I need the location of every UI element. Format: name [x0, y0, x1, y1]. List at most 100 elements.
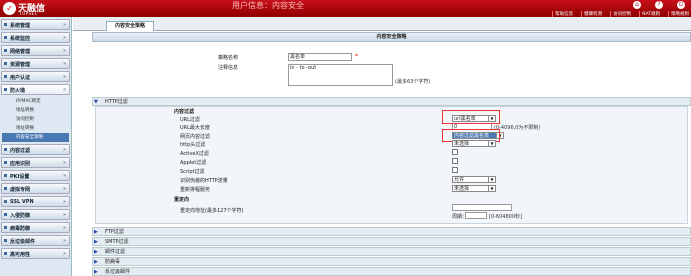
bullet-icon — [4, 36, 7, 39]
tab-content-security[interactable]: 内容安全策略 — [106, 21, 154, 31]
bullet-icon — [4, 62, 7, 65]
sidebar-subitem-nat2[interactable]: 地址转换 — [2, 124, 69, 133]
chevron-down-icon: » — [62, 251, 66, 257]
applet-filter-label: Applet过滤 — [180, 160, 207, 166]
sidebar-subitem-ipmac[interactable]: IP/MAC绑定 — [2, 97, 69, 106]
chevron-down-icon: » — [62, 238, 66, 244]
sidebar-item-firewall[interactable]: 防火墙 « — [1, 84, 70, 95]
chevron-down-icon: ▼ — [488, 177, 495, 182]
sidebar-item-auth[interactable]: 用户认证 » — [1, 71, 70, 82]
bullet-icon — [4, 49, 7, 52]
sidebar-item-pki[interactable]: PKI设置 » — [1, 170, 70, 181]
bullet-icon — [4, 23, 7, 26]
web-content-filter-label: 网页内容过滤 — [180, 134, 211, 140]
sidebar-item-ips[interactable]: 入侵防御 » — [1, 209, 70, 220]
antivirus-label: 防病毒 — [105, 259, 121, 265]
sidebar-subitem-content-security[interactable]: 内容安全策略 — [2, 133, 69, 142]
home-icon[interactable]: ⌂ — [633, 1, 641, 9]
antivirus-header[interactable]: ▶ 防病毒 — [92, 257, 691, 266]
chevron-down-icon: » — [62, 212, 66, 218]
sidebar-item-label: 病毒防御 — [10, 226, 31, 232]
sidebar-item-ha[interactable]: 高可用性 » — [1, 248, 70, 259]
redirect-url-input[interactable] — [452, 204, 512, 211]
chevron-down-icon: ▼ — [488, 141, 495, 146]
bullet-icon — [4, 88, 7, 91]
disguised-http-select[interactable]: 允许 ▼ — [452, 176, 496, 183]
chevron-down-icon: » — [62, 147, 66, 153]
redirect-url-label: 重定向地址(最多127个字符) — [180, 208, 244, 214]
chevron-down-icon: » — [62, 48, 66, 54]
sidebar-item-label: 防火墙 — [10, 88, 26, 94]
sidebar-item-ssl-vpn[interactable]: SSL VPN » — [1, 196, 70, 207]
sidebar-item-label: 反垃圾邮件 — [10, 239, 36, 245]
sidebar-item-label: 用户认证 — [10, 75, 31, 81]
cycle-note: [0-604800秒] — [489, 214, 522, 220]
bullet-icon — [4, 252, 7, 255]
script-filter-checkbox[interactable] — [452, 167, 458, 173]
sidebar-item-label: SSL VPN — [10, 199, 34, 205]
mail-filter-header[interactable]: ▶ 邮件过滤 — [92, 247, 691, 256]
sidebar-item-label: 系统管理 — [10, 23, 31, 29]
triangle-down-icon: ▼ — [94, 99, 98, 105]
applet-filter-checkbox[interactable] — [452, 158, 458, 164]
sidebar-item-label: PKI设置 — [10, 174, 30, 180]
http-filter-header[interactable]: ▼ HTTP过滤 — [92, 97, 691, 106]
sidebar-item-label: 系统监控 — [10, 36, 31, 42]
chevron-down-icon: » — [62, 74, 66, 80]
sidebar-item-label: 资源管理 — [10, 62, 31, 68]
sidebar-item-label: 内容过滤 — [10, 148, 31, 154]
http-header-filter-select[interactable]: 未选择 ▼ — [452, 140, 496, 147]
top-bar: ✓ 天融信 TOPSEC 用户信息：内容安全 ⌂? ⏻ 帮助信息 健康检测 访问控制 N… — [0, 0, 691, 17]
chevron-up-icon: « — [62, 87, 66, 93]
bullet-icon — [4, 200, 7, 203]
chevron-down-icon: » — [62, 22, 66, 28]
sidebar-item-vpn[interactable]: 虚拟专网 » — [1, 183, 70, 194]
disguised-http-label: 识别伪装的HTTP流量 — [180, 178, 228, 184]
reschedule-service-select[interactable]: 未选择 ▼ — [452, 185, 496, 192]
sidebar-item-content-filter[interactable]: 内容过滤 » — [1, 144, 70, 155]
logout-icon[interactable]: ⏻ — [677, 1, 685, 9]
bullet-icon — [4, 213, 7, 216]
antispam-label: 反垃圾邮件 — [105, 269, 131, 275]
policy-name-input[interactable]: 黑名单 — [288, 53, 352, 61]
http-header-filter-value: 未选择 — [454, 141, 470, 147]
triangle-right-icon: ▶ — [94, 269, 98, 275]
top-icons: ⌂? ⏻ — [619, 1, 685, 9]
help-icon[interactable]: ? — [655, 1, 663, 9]
sidebar-item-monitor[interactable]: 系统监控 » — [1, 32, 70, 43]
sidebar-subitem-access[interactable]: 访问控制 — [2, 115, 69, 124]
sidebar-item-network[interactable]: 网络管理 » — [1, 45, 70, 56]
chevron-down-icon: » — [62, 61, 66, 67]
smtp-filter-header[interactable]: ▶ SMTP过滤 — [92, 237, 691, 246]
cycle-input[interactable] — [465, 212, 487, 219]
sidebar-subitem-nat[interactable]: 地址转换 — [2, 106, 69, 115]
url-filter-label: URL过滤 — [180, 117, 200, 123]
bullet-icon — [4, 187, 7, 190]
brand-logo: ✓ 天融信 TOPSEC — [3, 1, 63, 16]
sidebar-item-system[interactable]: 系统管理 » — [1, 19, 70, 30]
disguised-http-value: 允许 — [454, 177, 465, 183]
chevron-down-icon: » — [62, 186, 66, 192]
sidebar-item-antivirus[interactable]: 病毒防御 » — [1, 222, 70, 233]
ftp-filter-header[interactable]: ▶ FTP过滤 — [92, 227, 691, 236]
sidebar-item-resource[interactable]: 资源管理 » — [1, 58, 70, 69]
chevron-down-icon: » — [62, 160, 66, 166]
chevron-down-icon: ▼ — [488, 186, 495, 191]
required-mark: * — [355, 53, 358, 60]
chevron-down-icon: » — [62, 199, 66, 205]
script-filter-label: Script过滤 — [180, 169, 205, 175]
bullet-icon — [4, 75, 7, 78]
comment-textarea[interactable]: in - to -out — [288, 64, 393, 86]
sidebar-item-label: 网络管理 — [10, 49, 31, 55]
activex-filter-checkbox[interactable] — [452, 149, 458, 155]
form-header: 内容安全策略 — [92, 32, 691, 42]
chevron-down-icon: » — [62, 35, 66, 41]
antispam-header[interactable]: ▶ 反垃圾邮件 — [92, 267, 691, 276]
comment-note: (最多63个字符) — [395, 79, 431, 85]
sidebar-item-app-id[interactable]: 应用识别 » — [1, 157, 70, 168]
main-content: 内容安全策略 策略名称 黑名单 * 注释信息 in - to -out (最多6… — [92, 32, 691, 276]
activex-filter-label: ActiveX过滤 — [180, 151, 209, 157]
sidebar: 系统管理 » 系统监控 » 网络管理 » 资源管理 » 用户认证 » 防火墙 « IP/MA… — [0, 17, 72, 276]
sidebar-item-antispam[interactable]: 反垃圾邮件 » — [1, 235, 70, 246]
sidebar-item-label: 入侵防御 — [10, 213, 31, 219]
